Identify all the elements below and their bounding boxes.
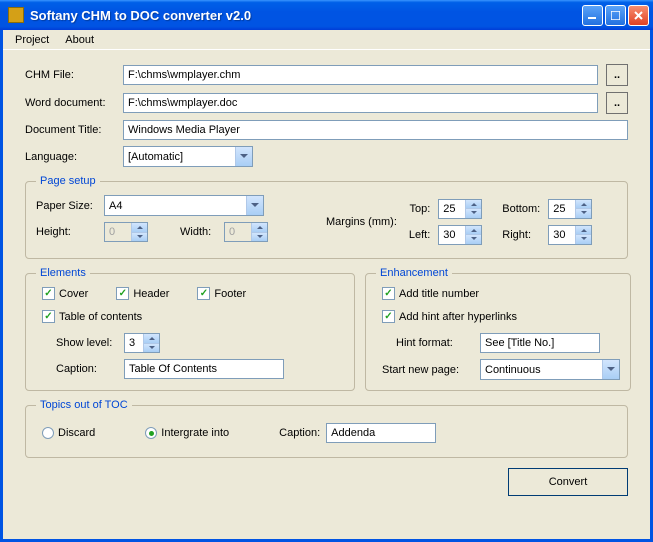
margin-top-label: Top:: [409, 203, 430, 215]
newpage-combo[interactable]: Continuous: [480, 359, 620, 380]
margins-label: Margins (mm):: [326, 216, 397, 228]
elements-legend: Elements: [36, 267, 90, 279]
chm-browse-button[interactable]: ..: [606, 64, 628, 86]
toc-out-legend: Topics out of TOC: [36, 399, 132, 411]
toc-caption-label: Caption:: [56, 363, 120, 375]
doc-title-input[interactable]: [123, 120, 628, 140]
language-combo[interactable]: [Automatic]: [123, 146, 253, 167]
margin-left-spinner[interactable]: [438, 225, 482, 245]
chevron-down-icon: [235, 147, 252, 166]
menu-project[interactable]: Project: [7, 32, 57, 48]
addenda-caption-label: Caption:: [279, 427, 320, 439]
paper-size-combo[interactable]: A4: [104, 195, 264, 216]
page-setup-group: Page setup Paper Size: A4 Height: Width:: [25, 175, 628, 259]
height-label: Height:: [36, 226, 100, 238]
chm-file-label: CHM File:: [25, 69, 119, 81]
addenda-caption-input[interactable]: [326, 423, 436, 443]
language-value: [Automatic]: [124, 151, 235, 163]
menubar: Project About: [3, 30, 650, 50]
minimize-button[interactable]: [582, 5, 603, 26]
footer-checkbox[interactable]: Footer: [197, 287, 246, 300]
chevron-down-icon: [602, 360, 619, 379]
margin-top-spinner[interactable]: [438, 199, 482, 219]
language-label: Language:: [25, 151, 119, 163]
toc-caption-input[interactable]: [124, 359, 284, 379]
enhancement-legend: Enhancement: [376, 267, 452, 279]
toc-checkbox[interactable]: Table of contents: [42, 310, 142, 323]
height-spinner: [104, 222, 148, 242]
discard-radio[interactable]: Discard: [42, 427, 95, 439]
chevron-down-icon: [246, 196, 263, 215]
newpage-label: Start new page:: [382, 364, 476, 376]
close-button[interactable]: [628, 5, 649, 26]
header-checkbox[interactable]: Header: [116, 287, 169, 300]
integrate-radio[interactable]: Intergrate into: [145, 427, 229, 439]
margin-left-label: Left:: [409, 229, 430, 241]
page-setup-legend: Page setup: [36, 175, 100, 187]
chm-file-input[interactable]: [123, 65, 598, 85]
showlevel-spinner[interactable]: [124, 333, 160, 353]
maximize-button[interactable]: [605, 5, 626, 26]
showlevel-label: Show level:: [56, 337, 120, 349]
toc-out-group: Topics out of TOC Discard Intergrate int…: [25, 399, 628, 458]
cover-checkbox[interactable]: Cover: [42, 287, 88, 300]
enhancement-group: Enhancement Add title number Add hint af…: [365, 267, 631, 391]
margin-right-spinner[interactable]: [548, 225, 592, 245]
hintformat-input[interactable]: [480, 333, 600, 353]
width-spinner: [224, 222, 268, 242]
word-doc-label: Word document:: [25, 97, 119, 109]
hintformat-label: Hint format:: [396, 337, 476, 349]
convert-button[interactable]: Convert: [508, 468, 628, 496]
margin-right-label: Right:: [502, 229, 540, 241]
doc-title-label: Document Title:: [25, 124, 119, 136]
paper-size-label: Paper Size:: [36, 200, 100, 212]
width-label: Width:: [180, 226, 220, 238]
app-icon: [8, 7, 24, 23]
newpage-value: Continuous: [481, 364, 602, 376]
hint-checkbox[interactable]: Add hint after hyperlinks: [382, 310, 517, 323]
word-browse-button[interactable]: ..: [606, 92, 628, 114]
titlenum-checkbox[interactable]: Add title number: [382, 287, 479, 300]
menu-about[interactable]: About: [57, 32, 102, 48]
margin-bottom-spinner[interactable]: [548, 199, 592, 219]
paper-size-value: A4: [105, 200, 246, 212]
window-title: Softany CHM to DOC converter v2.0: [28, 8, 582, 23]
titlebar: Softany CHM to DOC converter v2.0: [0, 0, 653, 30]
word-doc-input[interactable]: [123, 93, 598, 113]
elements-group: Elements Cover Header Footer Table of co…: [25, 267, 355, 391]
margin-bottom-label: Bottom:: [502, 203, 540, 215]
